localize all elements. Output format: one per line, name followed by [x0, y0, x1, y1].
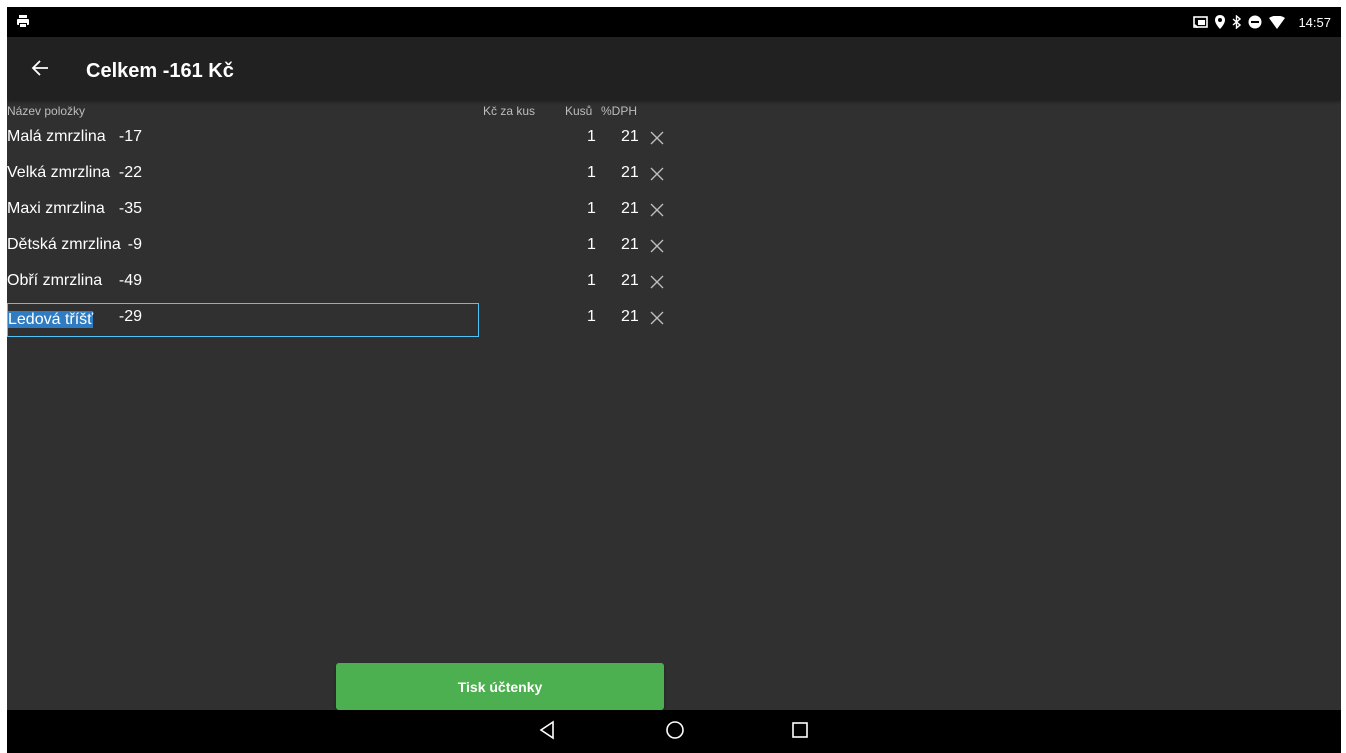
table-row: Malá zmrzlina -17 1 21 — [7, 119, 1341, 155]
bluetooth-icon — [1232, 15, 1242, 29]
remove-item-icon[interactable] — [650, 311, 664, 330]
back-triangle-icon[interactable] — [538, 720, 556, 745]
status-bar: 14:57 — [7, 7, 1341, 37]
table-row: Ledová tříšť -29 1 21 — [7, 299, 1341, 337]
item-name-field[interactable]: Velká zmrzlina — [7, 155, 477, 191]
app-bar: Celkem -161 Kč — [7, 37, 1341, 100]
item-vat[interactable]: 21 — [621, 263, 639, 299]
page-title: Celkem -161 Kč — [86, 60, 234, 82]
wifi-icon — [1269, 15, 1286, 29]
location-icon — [1215, 15, 1226, 29]
printer-icon — [16, 14, 30, 33]
item-price[interactable]: -17 — [119, 119, 142, 155]
item-vat[interactable]: 21 — [621, 299, 639, 335]
item-name-field[interactable]: Malá zmrzlina — [7, 119, 477, 155]
item-price[interactable]: -35 — [119, 191, 142, 227]
clock: 14:57 — [1298, 14, 1331, 30]
item-qty[interactable]: 1 — [587, 299, 596, 335]
do-not-disturb-icon — [1248, 15, 1262, 29]
table-row: Obří zmrzlina -49 1 21 — [7, 263, 1341, 299]
header-vat: %DPH — [601, 104, 638, 118]
device-screen: 14:57 Celkem -161 Kč Název položky Kč za… — [7, 7, 1341, 753]
item-price[interactable]: -9 — [128, 227, 142, 263]
remove-item-icon[interactable] — [650, 275, 664, 294]
item-vat[interactable]: 21 — [621, 119, 639, 155]
item-name-field[interactable]: Maxi zmrzlina — [7, 191, 477, 227]
remove-item-icon[interactable] — [650, 131, 664, 150]
item-price[interactable]: -29 — [119, 299, 142, 335]
table-row: Velká zmrzlina -22 1 21 — [7, 155, 1341, 191]
remove-item-icon[interactable] — [650, 239, 664, 258]
item-name-field[interactable]: Dětská zmrzlina — [7, 227, 477, 263]
header-name: Název položky — [7, 104, 86, 118]
item-vat[interactable]: 21 — [621, 227, 639, 263]
item-qty[interactable]: 1 — [587, 263, 596, 299]
table-row: Dětská zmrzlina -9 1 21 — [7, 227, 1341, 263]
item-name-field[interactable]: Obří zmrzlina — [7, 263, 477, 299]
header-qty: Kusů — [565, 104, 593, 118]
item-vat[interactable]: 21 — [621, 155, 639, 191]
item-price[interactable]: -22 — [119, 155, 142, 191]
remove-item-icon[interactable] — [650, 203, 664, 222]
navigation-bar — [7, 710, 1341, 753]
print-receipt-button[interactable]: Tisk účtenky — [336, 663, 664, 710]
table-row: Maxi zmrzlina -35 1 21 — [7, 191, 1341, 227]
back-arrow-icon[interactable] — [31, 59, 49, 82]
recents-square-icon[interactable] — [791, 720, 809, 745]
item-qty[interactable]: 1 — [587, 155, 596, 191]
items-table: Název položky Kč za kus Kusů %DPH Malá z… — [7, 100, 1341, 337]
item-price[interactable]: -49 — [119, 263, 142, 299]
home-circle-icon[interactable] — [665, 720, 685, 745]
cast-icon — [1193, 15, 1209, 29]
table-header: Název položky Kč za kus Kusů %DPH — [7, 100, 1341, 119]
header-price: Kč za kus — [483, 104, 536, 118]
item-qty[interactable]: 1 — [587, 191, 596, 227]
remove-item-icon[interactable] — [650, 167, 664, 186]
selected-text: Ledová tříšť — [8, 311, 94, 328]
item-name-field-focused[interactable]: Ledová tříšť — [7, 303, 479, 337]
item-qty[interactable]: 1 — [587, 119, 596, 155]
item-vat[interactable]: 21 — [621, 191, 639, 227]
item-qty[interactable]: 1 — [587, 227, 596, 263]
